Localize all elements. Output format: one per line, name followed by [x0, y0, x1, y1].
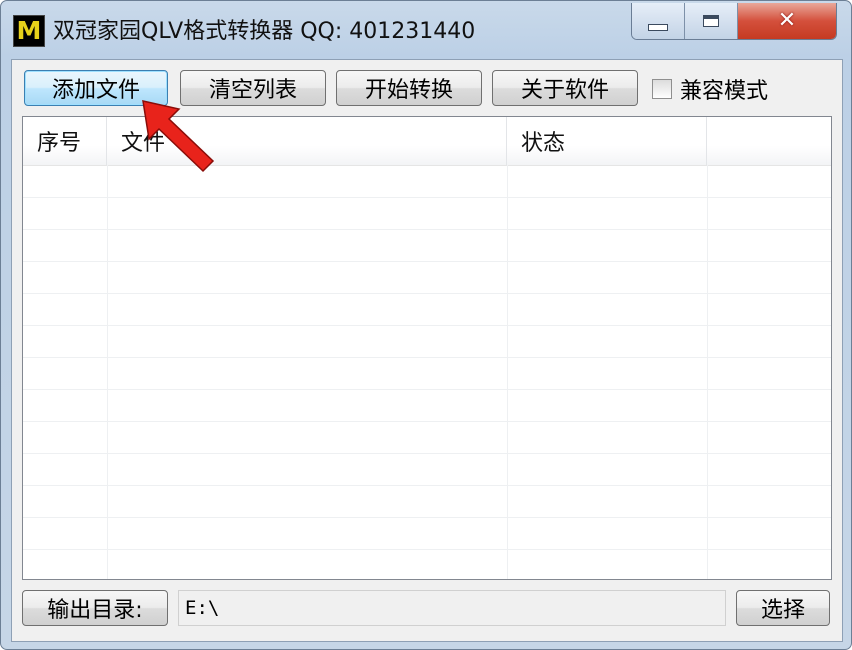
file-list[interactable]: 序号 文件 状态 — [22, 116, 832, 580]
app-logo-icon: M — [13, 15, 45, 47]
grid-row-line — [23, 421, 831, 422]
grid-row-line — [23, 293, 831, 294]
grid-row-line — [23, 549, 831, 550]
column-header-index[interactable]: 序号 — [23, 117, 107, 165]
file-list-header: 序号 文件 状态 — [23, 117, 831, 166]
maximize-icon — [703, 15, 719, 27]
column-header-status[interactable]: 状态 — [507, 117, 707, 165]
close-button[interactable]: ✕ — [738, 3, 836, 39]
window-controls: ✕ — [631, 3, 837, 40]
compat-mode-label[interactable]: 兼容模式 — [680, 73, 768, 105]
file-list-body[interactable] — [23, 165, 831, 579]
compat-mode-option[interactable]: 兼容模式 — [652, 74, 768, 104]
app-logo-letter: M — [16, 16, 42, 45]
grid-row-line — [23, 517, 831, 518]
maximize-button[interactable] — [685, 3, 738, 39]
grid-column-line — [107, 165, 108, 579]
add-files-button[interactable]: 添加文件 — [24, 70, 168, 106]
about-button[interactable]: 关于软件 — [492, 70, 638, 106]
grid-row-line — [23, 325, 831, 326]
grid-row-line — [23, 389, 831, 390]
start-convert-button[interactable]: 开始转换 — [336, 70, 482, 106]
client-area: 添加文件 清空列表 开始转换 关于软件 兼容模式 序号 文件 状态 输出目录: … — [11, 59, 843, 642]
column-header-extra[interactable] — [707, 117, 831, 165]
grid-row-line — [23, 229, 831, 230]
output-directory-button[interactable]: 输出目录: — [22, 590, 168, 626]
select-directory-button[interactable]: 选择 — [736, 590, 830, 626]
window-title: 双冠家园QLV格式转换器 QQ: 401231440 — [53, 19, 476, 44]
minimize-button[interactable] — [632, 3, 685, 39]
grid-row-line — [23, 485, 831, 486]
clear-list-button[interactable]: 清空列表 — [180, 70, 326, 106]
close-icon: ✕ — [777, 8, 797, 33]
grid-row-line — [23, 197, 831, 198]
minimize-icon — [648, 23, 668, 31]
column-header-file[interactable]: 文件 — [107, 117, 507, 165]
grid-row-line — [23, 357, 831, 358]
output-path-field: E:\ — [178, 590, 726, 626]
title-bar[interactable]: M 双冠家园QLV格式转换器 QQ: 401231440 ✕ — [1, 1, 851, 57]
grid-column-line — [507, 165, 508, 579]
grid-column-line — [707, 165, 708, 579]
grid-row-line — [23, 453, 831, 454]
grid-row-line — [23, 261, 831, 262]
app-window: M 双冠家园QLV格式转换器 QQ: 401231440 ✕ 添加文件 清空列表… — [0, 0, 852, 650]
compat-mode-checkbox[interactable] — [652, 79, 672, 99]
